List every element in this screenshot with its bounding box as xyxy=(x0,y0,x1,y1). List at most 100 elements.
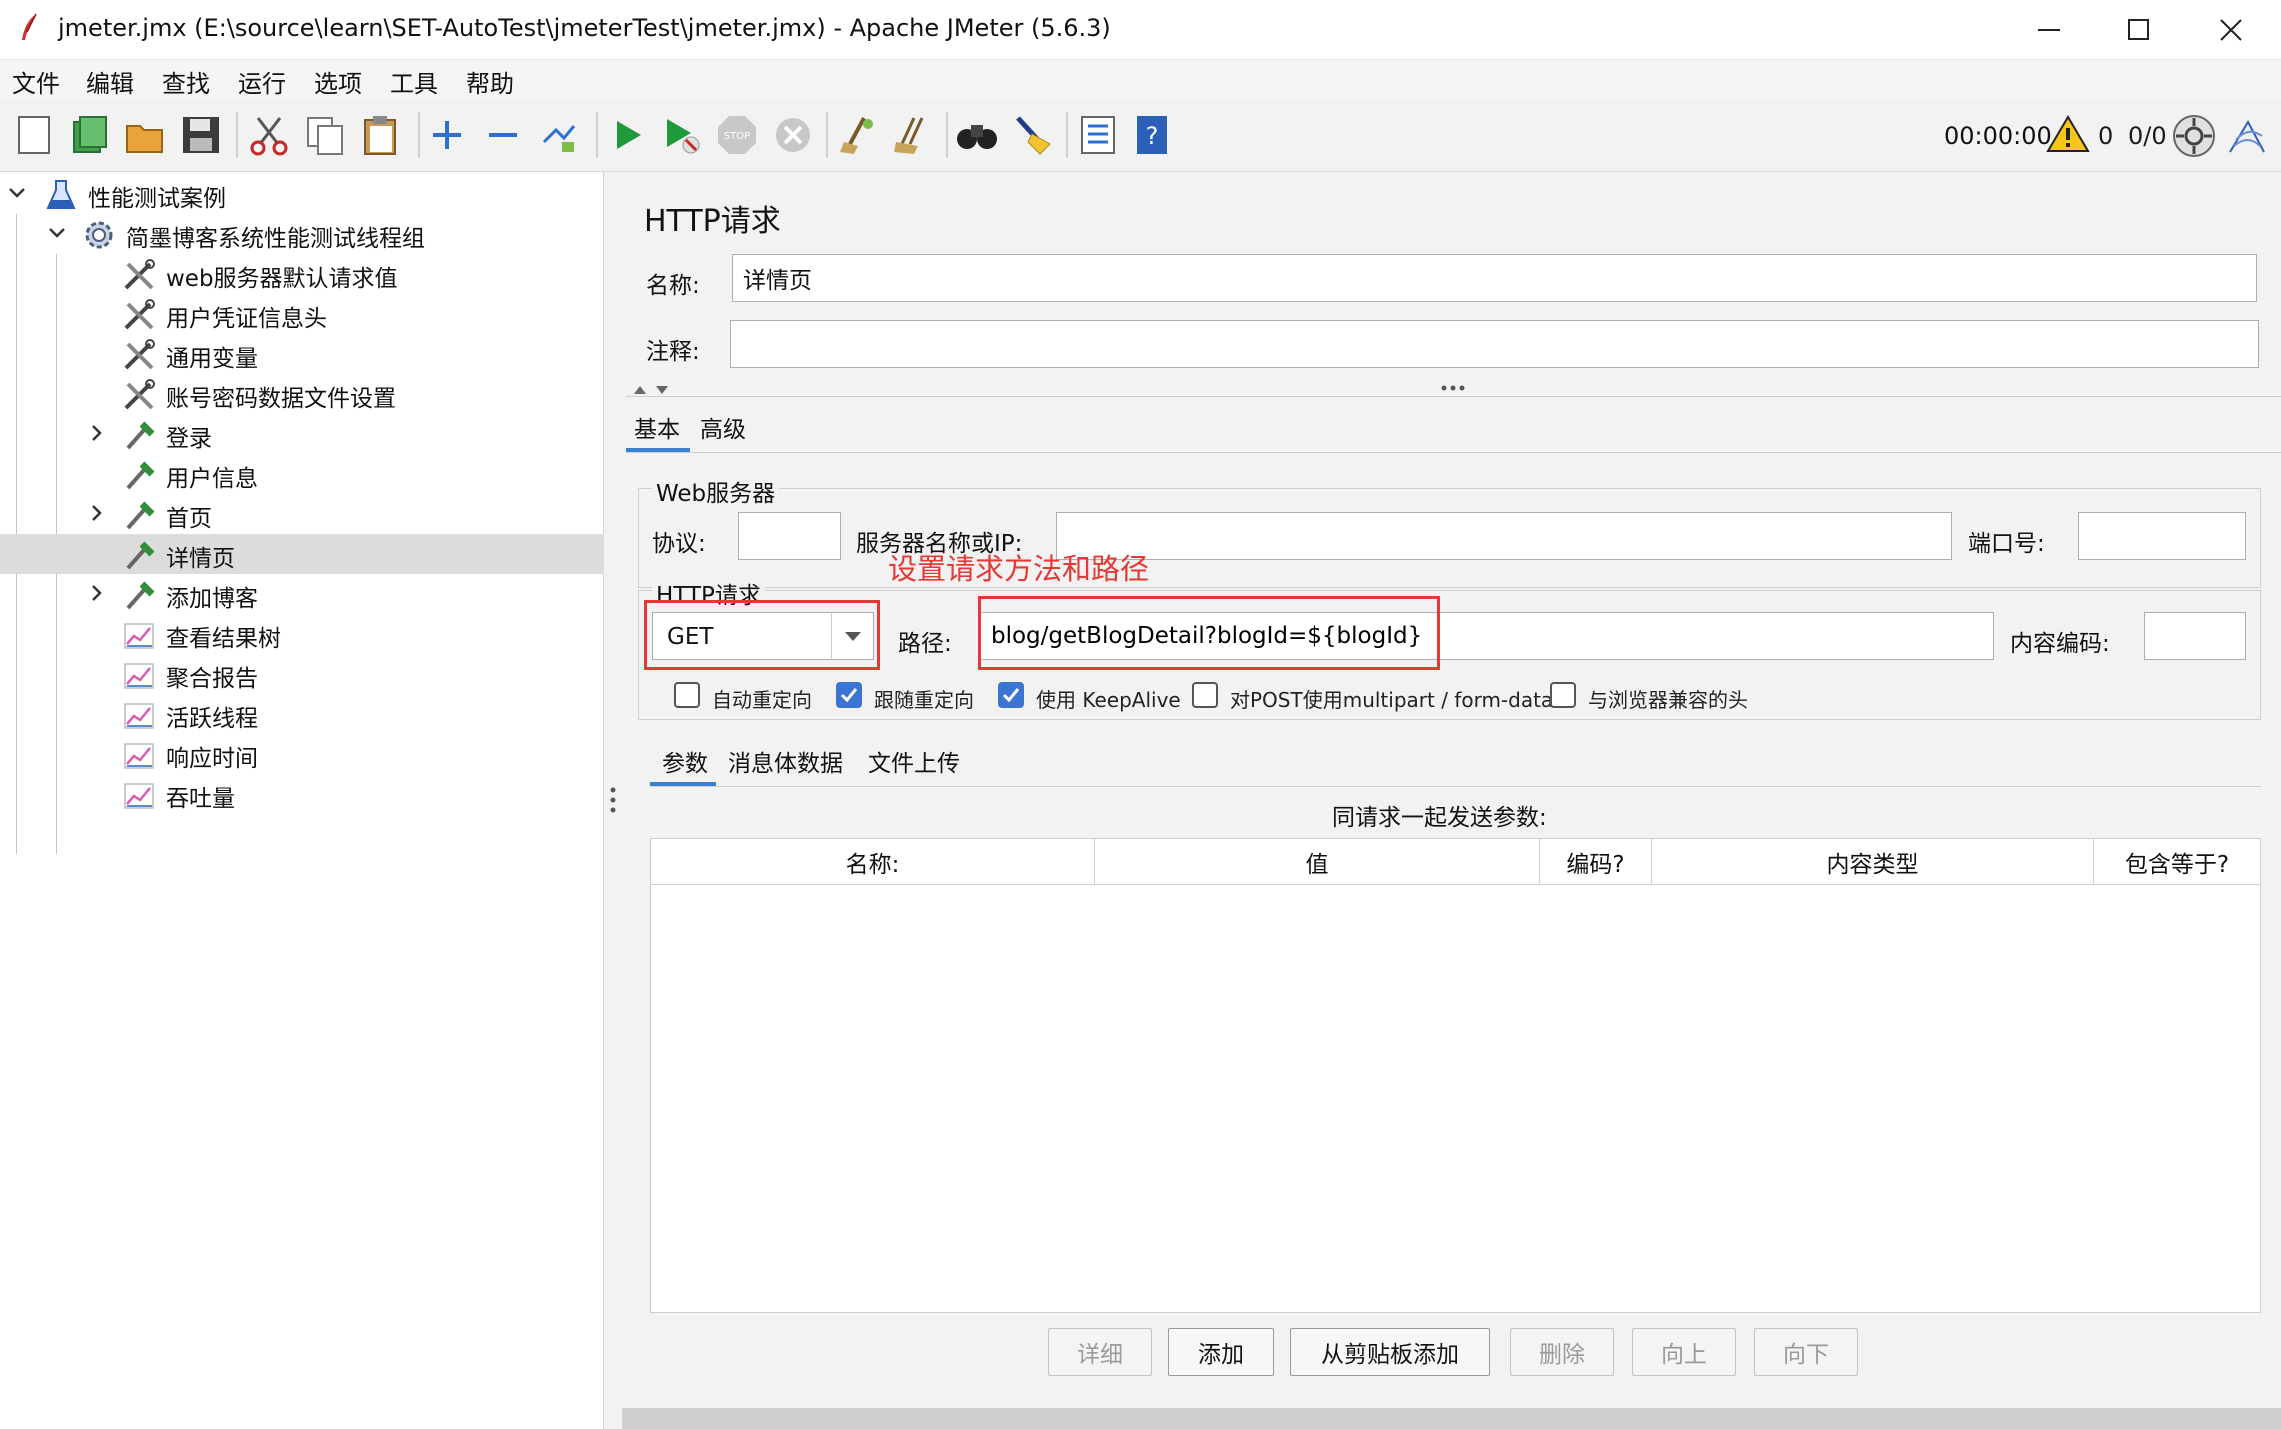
tree-label: 聚合报告 xyxy=(166,666,258,692)
menu-run[interactable]: 运行 xyxy=(238,64,286,99)
new-icon[interactable] xyxy=(10,110,60,160)
collapse-arrows-icon[interactable] xyxy=(632,382,674,396)
detail-button[interactable]: 详细 xyxy=(1048,1328,1152,1376)
paste-icon[interactable] xyxy=(356,110,406,160)
tab-parameters[interactable]: 参数 xyxy=(662,744,708,778)
follow-redirect-checkbox[interactable] xyxy=(836,682,862,708)
multipart-checkbox[interactable] xyxy=(1192,682,1218,708)
collapse-icon[interactable] xyxy=(478,110,528,160)
tree-node-listener[interactable]: 响应时间 xyxy=(0,734,604,774)
panel-splitter[interactable] xyxy=(604,172,622,1429)
stop-icon[interactable]: STOP xyxy=(712,110,762,160)
cut-icon[interactable] xyxy=(244,110,294,160)
maximize-button[interactable] xyxy=(2104,6,2174,54)
wrench-screwdriver-icon xyxy=(124,339,155,370)
copy-icon[interactable] xyxy=(300,110,350,160)
expand-icon[interactable] xyxy=(422,110,472,160)
add-button[interactable]: 添加 xyxy=(1168,1328,1274,1376)
tab-body-data[interactable]: 消息体数据 xyxy=(728,744,843,778)
save-icon[interactable] xyxy=(176,110,226,160)
chart-listener-icon xyxy=(124,703,154,729)
tab-file-upload[interactable]: 文件上传 xyxy=(868,744,960,778)
menu-tools[interactable]: 工具 xyxy=(390,64,438,99)
pipette-icon xyxy=(126,461,155,490)
clear-all-icon[interactable] xyxy=(888,110,938,160)
menu-search[interactable]: 查找 xyxy=(162,64,210,99)
parameters-table[interactable]: 名称: 值 编码? 内容类型 包含等于? xyxy=(650,838,2261,1313)
move-down-button[interactable]: 向下 xyxy=(1754,1328,1858,1376)
auto-redirect-checkbox[interactable] xyxy=(674,682,700,708)
reset-search-icon[interactable] xyxy=(1008,110,1058,160)
tree-node-test-plan[interactable]: 性能测试案例 xyxy=(0,174,604,214)
menu-help[interactable]: 帮助 xyxy=(466,64,514,99)
content-encoding-label: 内容编码: xyxy=(2010,631,2110,657)
column-header-encode[interactable]: 编码? xyxy=(1540,839,1652,885)
tree-node-sampler-selected[interactable]: 详情页 xyxy=(0,534,604,574)
browser-headers-checkbox[interactable] xyxy=(1550,682,1576,708)
checkbox-label: 对POST使用multipart / form-data xyxy=(1230,688,1554,712)
minimize-button[interactable] xyxy=(2014,6,2084,54)
tree-node-listener[interactable]: 吞吐量 xyxy=(0,774,604,814)
move-up-button[interactable]: 向上 xyxy=(1632,1328,1736,1376)
column-header-content-type[interactable]: 内容类型 xyxy=(1652,839,2094,885)
menu-options[interactable]: 选项 xyxy=(314,64,362,99)
search-icon[interactable] xyxy=(952,110,1002,160)
tab-advanced[interactable]: 高级 xyxy=(700,410,746,444)
tree-node-listener[interactable]: 查看结果树 xyxy=(0,614,604,654)
menu-file[interactable]: 文件 xyxy=(12,64,60,99)
close-button[interactable] xyxy=(2196,6,2266,54)
tree-node-listener[interactable]: 聚合报告 xyxy=(0,654,604,694)
protocol-input[interactable] xyxy=(738,512,841,560)
tree-node-config[interactable]: web服务器默认请求值 xyxy=(0,254,604,294)
horizontal-scrollbar[interactable] xyxy=(622,1408,2281,1429)
clear-icon[interactable] xyxy=(832,110,882,160)
server-name-input[interactable] xyxy=(1056,512,1952,560)
log-viewer-icon[interactable] xyxy=(2226,116,2268,160)
keepalive-checkbox[interactable] xyxy=(998,682,1024,708)
add-from-clipboard-button[interactable]: 从剪贴板添加 xyxy=(1290,1328,1490,1376)
column-header-name[interactable]: 名称: xyxy=(651,839,1095,885)
chart-listener-icon xyxy=(124,623,154,649)
tree-label: 简墨博客系统性能测试线程组 xyxy=(126,226,425,252)
tree-node-config[interactable]: 用户凭证信息头 xyxy=(0,294,604,334)
tree-node-sampler[interactable]: 添加博客 xyxy=(0,574,604,614)
column-header-value[interactable]: 值 xyxy=(1095,839,1540,885)
chevron-right-icon[interactable] xyxy=(86,502,108,524)
drag-handle-icon[interactable] xyxy=(1440,384,1466,392)
menu-edit[interactable]: 编辑 xyxy=(86,64,134,99)
chevron-down-icon[interactable] xyxy=(6,182,28,204)
tab-basic[interactable]: 基本 xyxy=(634,410,680,444)
templates-icon[interactable] xyxy=(64,110,114,160)
chevron-right-icon[interactable] xyxy=(86,422,108,444)
name-input[interactable] xyxy=(732,254,2257,302)
content-encoding-input[interactable] xyxy=(2144,612,2246,660)
toggle-icon[interactable] xyxy=(534,110,584,160)
column-header-include-equals[interactable]: 包含等于? xyxy=(2094,839,2260,885)
flask-icon xyxy=(46,180,76,209)
start-no-pause-icon[interactable] xyxy=(656,110,706,160)
chevron-right-icon[interactable] xyxy=(86,582,108,604)
comment-input[interactable] xyxy=(730,320,2259,368)
shutdown-icon[interactable] xyxy=(768,110,818,160)
tree-node-config[interactable]: 通用变量 xyxy=(0,334,604,374)
status-indicator-icon xyxy=(2172,114,2216,162)
tree-node-listener[interactable]: 活跃线程 xyxy=(0,694,604,734)
tree-node-config[interactable]: 账号密码数据文件设置 xyxy=(0,374,604,414)
function-helper-icon[interactable] xyxy=(1072,110,1122,160)
tree-node-sampler[interactable]: 首页 xyxy=(0,494,604,534)
open-icon[interactable] xyxy=(120,110,170,160)
start-icon[interactable] xyxy=(602,110,652,160)
chevron-down-icon[interactable] xyxy=(46,222,68,244)
active-threads-count: 0/0 xyxy=(2128,122,2167,150)
pipette-icon xyxy=(126,421,155,450)
toolbar: STOP ? 00:00:00 0 0/0 xyxy=(0,100,2281,172)
path-label: 路径: xyxy=(898,631,952,657)
tree-node-sampler[interactable]: 登录 xyxy=(0,414,604,454)
port-input[interactable] xyxy=(2078,512,2246,560)
delete-button[interactable]: 删除 xyxy=(1510,1328,1614,1376)
web-server-title: Web服务器 xyxy=(652,474,780,508)
warning-icon[interactable] xyxy=(2046,114,2090,158)
tree-node-thread-group[interactable]: 简墨博客系统性能测试线程组 xyxy=(0,214,604,254)
tree-node-sampler[interactable]: 用户信息 xyxy=(0,454,604,494)
help-icon[interactable]: ? xyxy=(1128,110,1178,160)
